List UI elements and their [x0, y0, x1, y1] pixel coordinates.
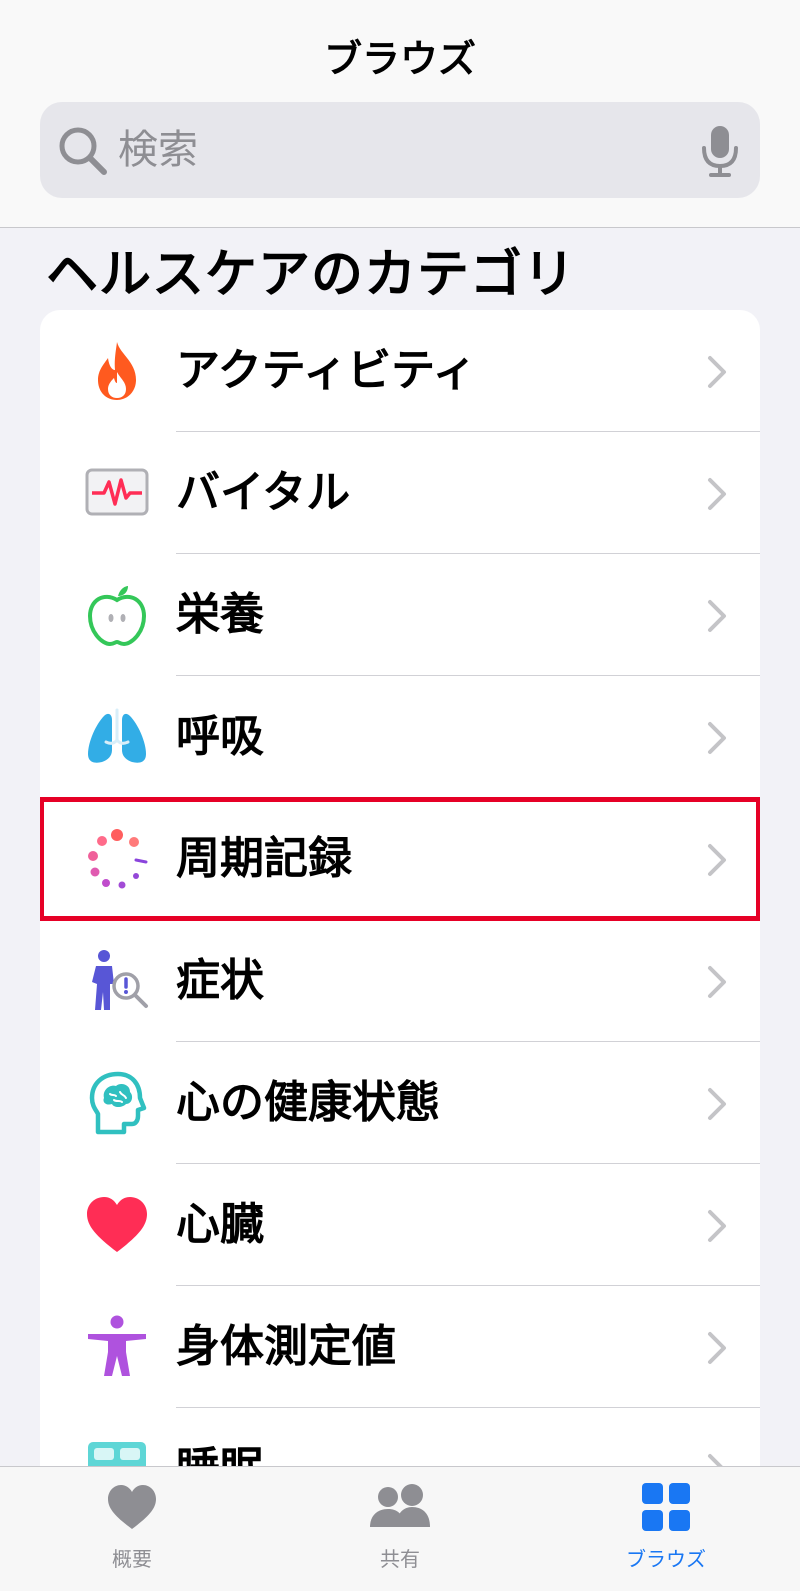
- grid-icon: [642, 1483, 690, 1531]
- chevron-right-icon: [708, 600, 726, 632]
- bed-icon: [88, 1442, 146, 1470]
- tab-label: ブラウズ: [626, 1547, 706, 1571]
- microphone-icon[interactable]: [698, 124, 742, 178]
- category-label: アクティビティ: [176, 345, 477, 396]
- category-row-nutrition[interactable]: 栄養: [40, 554, 760, 676]
- chevron-right-icon: [708, 844, 726, 876]
- tab-browse[interactable]: ブラウズ: [566, 1467, 766, 1591]
- navigation-bar: ブラウズ: [0, 0, 800, 228]
- chevron-right-icon: [708, 1332, 726, 1364]
- chevron-right-icon: [708, 356, 726, 388]
- category-label: 睡眠: [176, 1443, 264, 1470]
- category-row-vitals[interactable]: バイタル: [40, 432, 760, 554]
- category-row-cycle-tracking[interactable]: 周期記録: [40, 797, 760, 921]
- tab-label: 共有: [380, 1547, 420, 1571]
- chevron-right-icon: [708, 478, 726, 510]
- chevron-right-icon: [708, 1088, 726, 1120]
- search-input[interactable]: [118, 120, 698, 180]
- flame-icon: [98, 342, 136, 400]
- apple-icon: [87, 586, 147, 647]
- category-label: 心の健康状態: [176, 1077, 440, 1128]
- vitals-monitor-icon: [85, 468, 149, 516]
- category-row-respiratory[interactable]: 呼吸: [40, 676, 760, 798]
- tab-sharing[interactable]: 共有: [300, 1467, 500, 1591]
- people-icon: [370, 1484, 430, 1527]
- category-row-symptoms[interactable]: 症状: [40, 920, 760, 1042]
- category-label: 心臓: [176, 1199, 264, 1250]
- chevron-right-icon: [708, 722, 726, 754]
- category-row-heart[interactable]: 心臓: [40, 1164, 760, 1286]
- category-row-activity[interactable]: アクティビティ: [40, 310, 760, 432]
- category-label: バイタル: [176, 467, 351, 518]
- symptom-figure-icon: [92, 950, 148, 1010]
- head-brain-icon: [89, 1071, 147, 1135]
- category-label: 症状: [176, 955, 264, 1006]
- category-row-body-measurements[interactable]: 身体測定値: [40, 1286, 760, 1408]
- tab-label: 概要: [112, 1547, 152, 1571]
- tab-bar: 概要 共有 ブラウズ: [0, 1466, 800, 1591]
- search-icon: [59, 127, 107, 175]
- lungs-icon: [88, 708, 146, 763]
- body-figure-icon: [88, 1315, 146, 1376]
- category-row-mental-health[interactable]: 心の健康状態: [40, 1042, 760, 1164]
- section-title: ヘルスケアのカテゴリ: [46, 245, 577, 305]
- search-bar[interactable]: [40, 102, 760, 198]
- page-title: ブラウズ: [323, 37, 476, 81]
- chevron-right-icon: [708, 966, 726, 998]
- category-label: 呼吸: [176, 711, 264, 762]
- chevron-right-icon: [708, 1210, 726, 1242]
- category-list: アクティビティ バイタル 栄養 呼吸 周期記録 症状 心の健康状態 心臓 身体測…: [40, 310, 760, 1470]
- cycle-dots-icon: [88, 829, 148, 889]
- heart-icon: [87, 1197, 147, 1252]
- category-row-sleep[interactable]: 睡眠: [40, 1408, 760, 1470]
- category-label: 身体測定値: [176, 1321, 396, 1372]
- heart-tab-icon: [108, 1485, 156, 1529]
- tab-summary[interactable]: 概要: [32, 1467, 232, 1591]
- category-label: 周期記録: [176, 833, 352, 884]
- category-label: 栄養: [176, 589, 264, 640]
